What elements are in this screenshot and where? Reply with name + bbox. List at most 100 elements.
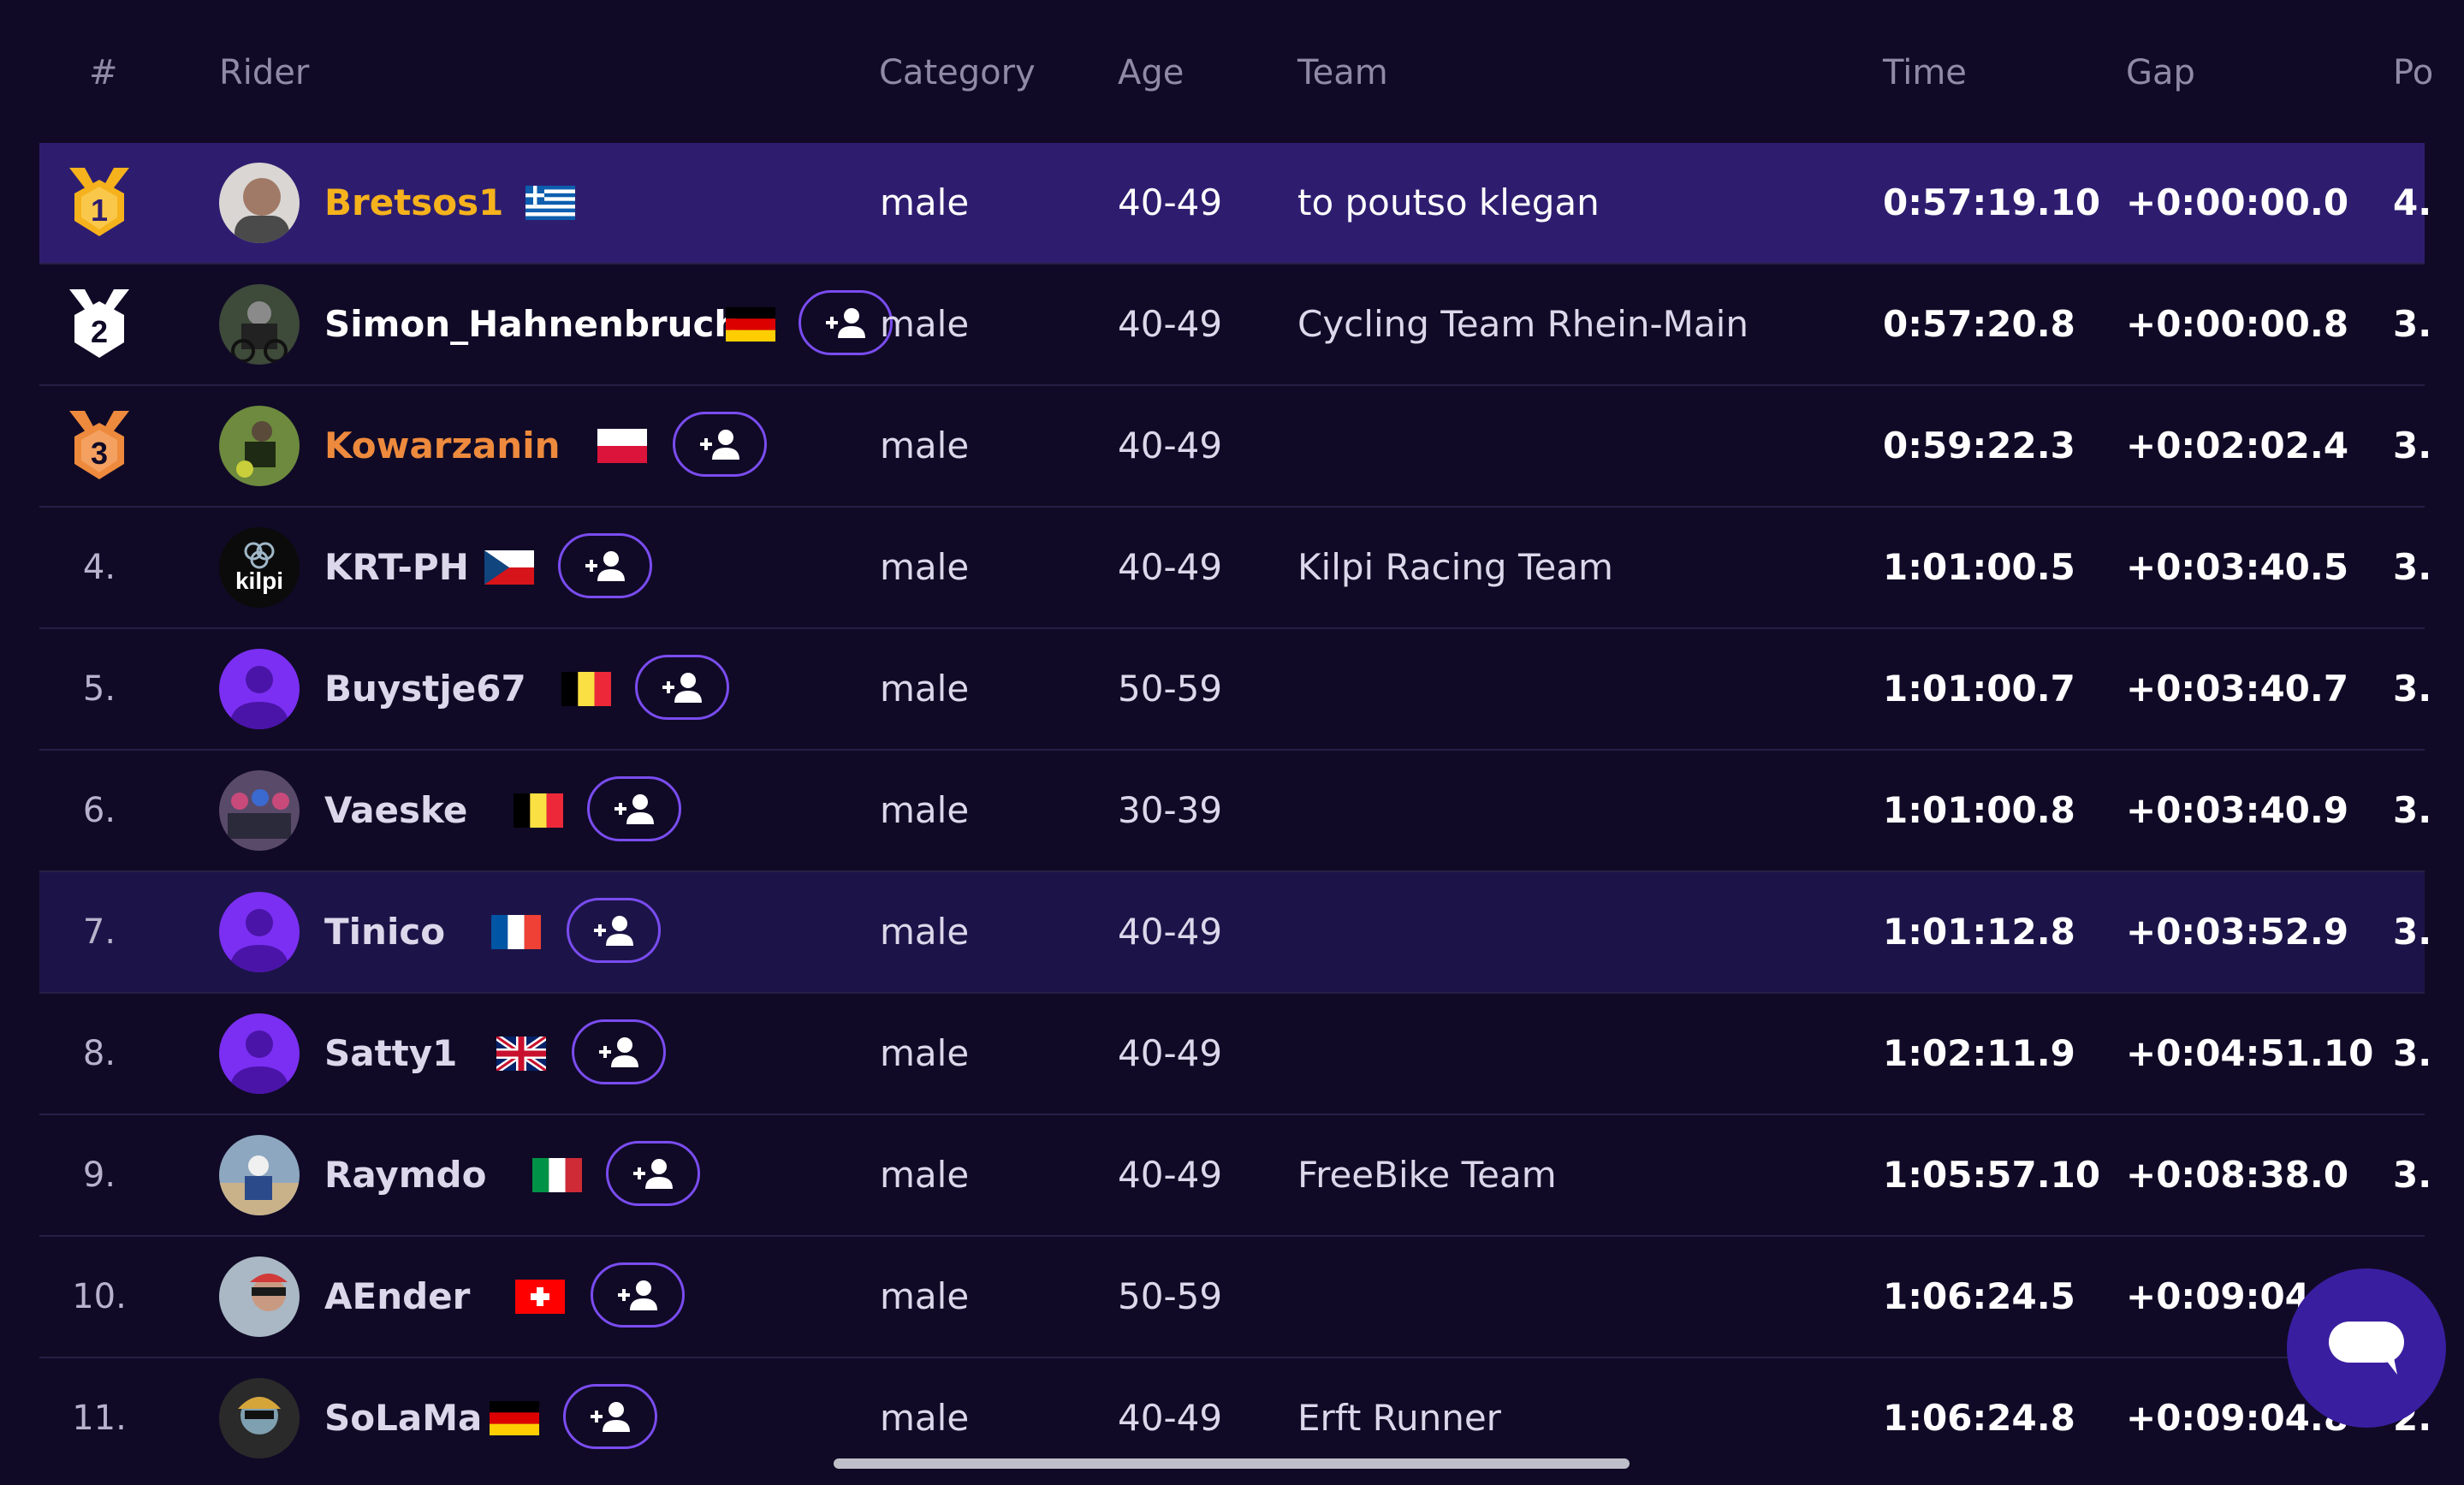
gap-cell: +0:03:52.9 xyxy=(2126,911,2349,953)
follow-button[interactable] xyxy=(635,655,729,720)
home-indicator[interactable] xyxy=(834,1458,1630,1469)
rider-name[interactable]: Raymdo xyxy=(324,1115,486,1235)
table-row[interactable]: 4. kilpi KRT-PH male 40-49 Kilpi Racing … xyxy=(39,508,2431,629)
add-user-icon xyxy=(662,673,702,703)
category-cell: male xyxy=(880,1154,970,1196)
follow-button[interactable] xyxy=(563,1384,657,1449)
team-cell[interactable]: Kilpi Racing Team xyxy=(1297,508,1613,627)
rider-name[interactable]: SoLaMa xyxy=(324,1358,482,1478)
team-cell[interactable]: FreeBike Team xyxy=(1297,1115,1557,1235)
table-row[interactable]: 3 Kowarzanin male 40-49 0:59:22.3 +0:02:… xyxy=(39,386,2431,508)
default-avatar-icon xyxy=(219,649,300,729)
table-row[interactable]: 1 Bretsos1 male 40-49 to poutso klegan 0… xyxy=(39,143,2431,264)
flag-belgium-icon xyxy=(514,793,563,828)
add-user-icon xyxy=(585,551,625,581)
header-rider[interactable]: Rider xyxy=(219,53,309,92)
flag-uk-icon xyxy=(496,1037,546,1071)
gap-cell: +0:02:02.4 xyxy=(2126,425,2349,466)
time-cell: 0:59:22.3 xyxy=(1883,425,2075,466)
follow-button[interactable] xyxy=(587,776,681,841)
table-header: # Rider Category Age Team Time Gap Po xyxy=(0,34,2464,111)
rider-name[interactable]: Satty1 xyxy=(324,994,457,1114)
silver-medal-icon: 2 xyxy=(69,289,129,358)
time-cell: 1:01:00.8 xyxy=(1883,789,2075,831)
table-row[interactable]: 5. Buystje67 male 50-59 1:01:00.7 +0:03:… xyxy=(39,629,2431,751)
avatar[interactable] xyxy=(219,770,300,851)
header-team[interactable]: Team xyxy=(1297,53,1388,92)
category-cell: male xyxy=(880,911,970,953)
table-row[interactable]: 10. AEnder male 50-59 1:06:24.5 +0:09:04… xyxy=(39,1237,2431,1358)
svg-text:kilpi: kilpi xyxy=(235,567,283,594)
add-user-icon xyxy=(594,916,633,946)
rider-name[interactable]: Tinico xyxy=(324,872,445,992)
chat-button[interactable] xyxy=(2287,1268,2446,1428)
follow-button[interactable] xyxy=(591,1262,685,1328)
add-user-icon xyxy=(633,1159,673,1189)
avatar[interactable] xyxy=(219,284,300,365)
avatar[interactable] xyxy=(219,1378,300,1458)
header-gap[interactable]: Gap xyxy=(2126,53,2195,92)
points-cell: 3. xyxy=(2393,425,2432,466)
rider-name[interactable]: AEnder xyxy=(324,1237,470,1357)
rider-name[interactable]: Simon_Hahnenbruch xyxy=(324,264,739,384)
follow-button[interactable] xyxy=(558,533,652,598)
category-cell: male xyxy=(880,546,970,588)
flag-switzerland-icon xyxy=(515,1280,565,1314)
time-cell: 1:01:00.5 xyxy=(1883,546,2075,588)
header-category[interactable]: Category xyxy=(879,53,1036,92)
header-points[interactable]: Po xyxy=(2393,53,2433,92)
time-cell: 0:57:19.10 xyxy=(1883,181,2101,223)
svg-text:3: 3 xyxy=(91,436,108,471)
svg-text:1: 1 xyxy=(91,193,108,228)
follow-button[interactable] xyxy=(606,1141,700,1206)
table-row[interactable]: 7. Tinico male 40-49 1:01:12.8 +0:03:52.… xyxy=(39,872,2431,994)
avatar[interactable] xyxy=(219,649,300,729)
position-cell: 5. xyxy=(82,669,116,709)
follow-button[interactable] xyxy=(567,898,661,963)
rider-name[interactable]: KRT-PH xyxy=(324,508,469,627)
position-cell: 10. xyxy=(72,1277,127,1316)
age-cell: 30-39 xyxy=(1118,789,1223,831)
points-cell: 3. xyxy=(2393,1154,2432,1196)
avatar[interactable] xyxy=(219,1256,300,1337)
table-row[interactable]: 9. Raymdo male 40-49 FreeBike Team 1:05:… xyxy=(39,1115,2431,1237)
table-row[interactable]: 6. Vaeske male 30-39 1:01:00.8 +0:03:40.… xyxy=(39,751,2431,872)
team-cell[interactable]: to poutso klegan xyxy=(1297,143,1600,263)
gold-medal-icon: 1 xyxy=(69,168,129,236)
follow-button[interactable] xyxy=(799,290,893,355)
position-cell: 2 xyxy=(39,264,159,384)
flag-belgium-icon xyxy=(561,672,611,706)
rider-name[interactable]: Kowarzanin xyxy=(324,386,561,506)
time-cell: 0:57:20.8 xyxy=(1883,303,2075,345)
avatar[interactable] xyxy=(219,163,300,243)
table-row[interactable]: 8. Satty1 male 40-49 1:02:11.9 +0:04:51.… xyxy=(39,994,2431,1115)
avatar[interactable] xyxy=(219,1135,300,1215)
svg-text:2: 2 xyxy=(91,314,108,349)
avatar[interactable] xyxy=(219,892,300,972)
age-cell: 50-59 xyxy=(1118,668,1223,710)
follow-button[interactable] xyxy=(572,1019,666,1084)
header-time[interactable]: Time xyxy=(1883,53,1967,92)
time-cell: 1:01:00.7 xyxy=(1883,668,2075,710)
add-user-icon xyxy=(615,794,654,824)
rider-name[interactable]: Buystje67 xyxy=(324,629,526,749)
table-row[interactable]: 2 Simon_Hahnenbruch male 40-49 Cycling T… xyxy=(39,264,2431,386)
follow-button[interactable] xyxy=(673,412,767,477)
avatar[interactable] xyxy=(219,406,300,486)
team-cell[interactable]: Cycling Team Rhein-Main xyxy=(1297,264,1749,384)
bronze-medal-icon: 3 xyxy=(69,411,129,479)
gap-cell: +0:00:00.0 xyxy=(2126,181,2349,223)
rider-name[interactable]: Vaeske xyxy=(324,751,467,870)
points-cell: 3. xyxy=(2393,911,2432,953)
age-cell: 50-59 xyxy=(1118,1275,1223,1317)
points-cell: 4. xyxy=(2393,181,2432,223)
avatar[interactable] xyxy=(219,1013,300,1094)
avatar[interactable]: kilpi xyxy=(219,527,300,608)
flag-greece-icon xyxy=(525,186,575,220)
header-age[interactable]: Age xyxy=(1118,53,1184,92)
category-cell: male xyxy=(880,1032,970,1074)
add-user-icon xyxy=(826,308,865,338)
rider-name[interactable]: Bretsos1 xyxy=(324,143,503,263)
position-cell: 11. xyxy=(72,1399,127,1438)
age-cell: 40-49 xyxy=(1118,1032,1223,1074)
